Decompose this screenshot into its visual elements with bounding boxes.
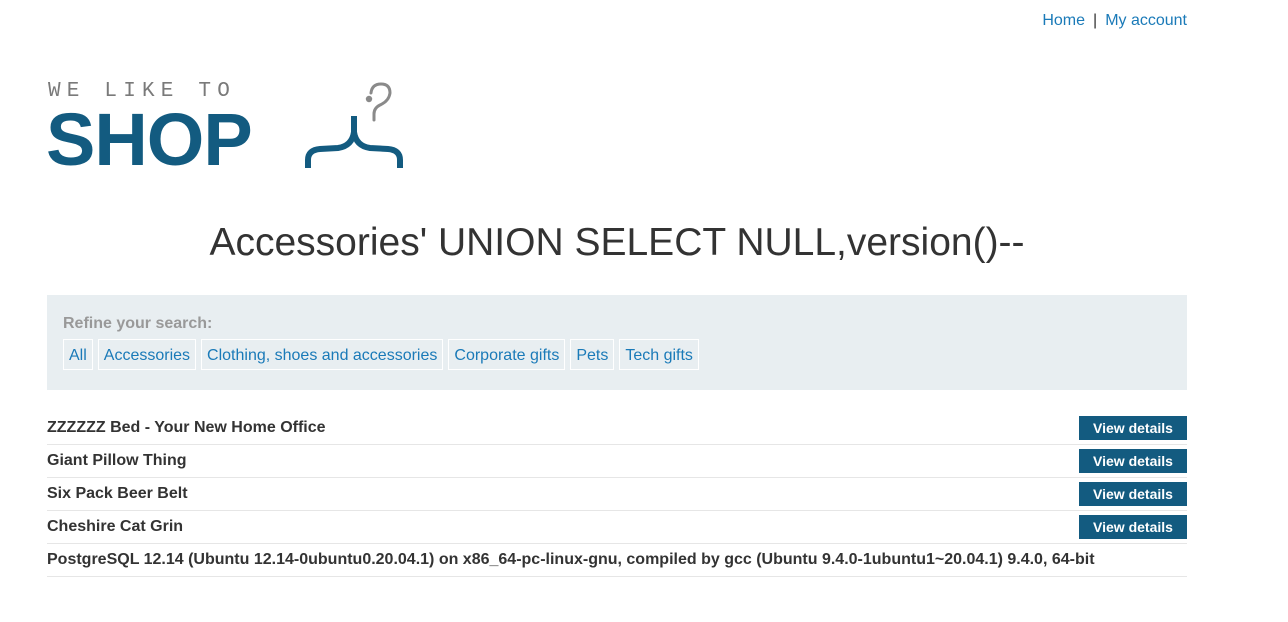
filter-clothing-shoes-accessories[interactable]: Clothing, shoes and accessories bbox=[201, 339, 444, 370]
view-details-button[interactable]: View details bbox=[1079, 482, 1187, 506]
filter-corporate-gifts[interactable]: Corporate gifts bbox=[448, 339, 566, 370]
filter-label: Refine your search: bbox=[63, 315, 213, 332]
product-name: ZZZZZZ Bed - Your New Home Office bbox=[47, 419, 326, 436]
my-account-link[interactable]: My account bbox=[1105, 12, 1187, 29]
shop-logo[interactable]: WE LIKE TO SHOP bbox=[46, 78, 406, 178]
view-details-button[interactable]: View details bbox=[1079, 416, 1187, 440]
search-results-heading: Accessories' UNION SELECT NULL,version()… bbox=[209, 221, 1025, 264]
table-row: ZZZZZZ Bed - Your New Home Office View d… bbox=[47, 412, 1187, 445]
top-nav: Home | My account bbox=[1042, 10, 1187, 32]
logo-brand: SHOP bbox=[46, 98, 253, 181]
table-row: Six Pack Beer Belt View details bbox=[47, 478, 1187, 511]
product-name: Giant Pillow Thing bbox=[47, 452, 187, 469]
home-link[interactable]: Home bbox=[1042, 12, 1085, 29]
nav-separator: | bbox=[1093, 12, 1098, 29]
product-name: Cheshire Cat Grin bbox=[47, 518, 184, 535]
page: Home | My account WE LIKE TO SHOP Accessor… bbox=[0, 0, 1288, 622]
product-name: Six Pack Beer Belt bbox=[47, 485, 188, 502]
filter-list: All Accessories Clothing, shoes and acce… bbox=[63, 339, 699, 370]
table-row: PostgreSQL 12.14 (Ubuntu 12.14-0ubuntu0.… bbox=[47, 544, 1187, 577]
filter-panel: Refine your search: All Accessories Clot… bbox=[47, 295, 1187, 390]
version-result-text: PostgreSQL 12.14 (Ubuntu 12.14-0ubuntu0.… bbox=[47, 551, 1095, 568]
filter-accessories[interactable]: Accessories bbox=[97, 339, 197, 370]
results-table: ZZZZZZ Bed - Your New Home Office View d… bbox=[47, 412, 1187, 577]
hanger-icon bbox=[305, 82, 403, 168]
table-row: Giant Pillow Thing View details bbox=[47, 445, 1187, 478]
view-details-button[interactable]: View details bbox=[1079, 515, 1187, 539]
view-details-button[interactable]: View details bbox=[1079, 449, 1187, 473]
filter-all[interactable]: All bbox=[63, 339, 93, 370]
filter-tech-gifts[interactable]: Tech gifts bbox=[619, 339, 699, 370]
filter-pets[interactable]: Pets bbox=[570, 339, 615, 370]
table-row: Cheshire Cat Grin View details bbox=[47, 511, 1187, 544]
